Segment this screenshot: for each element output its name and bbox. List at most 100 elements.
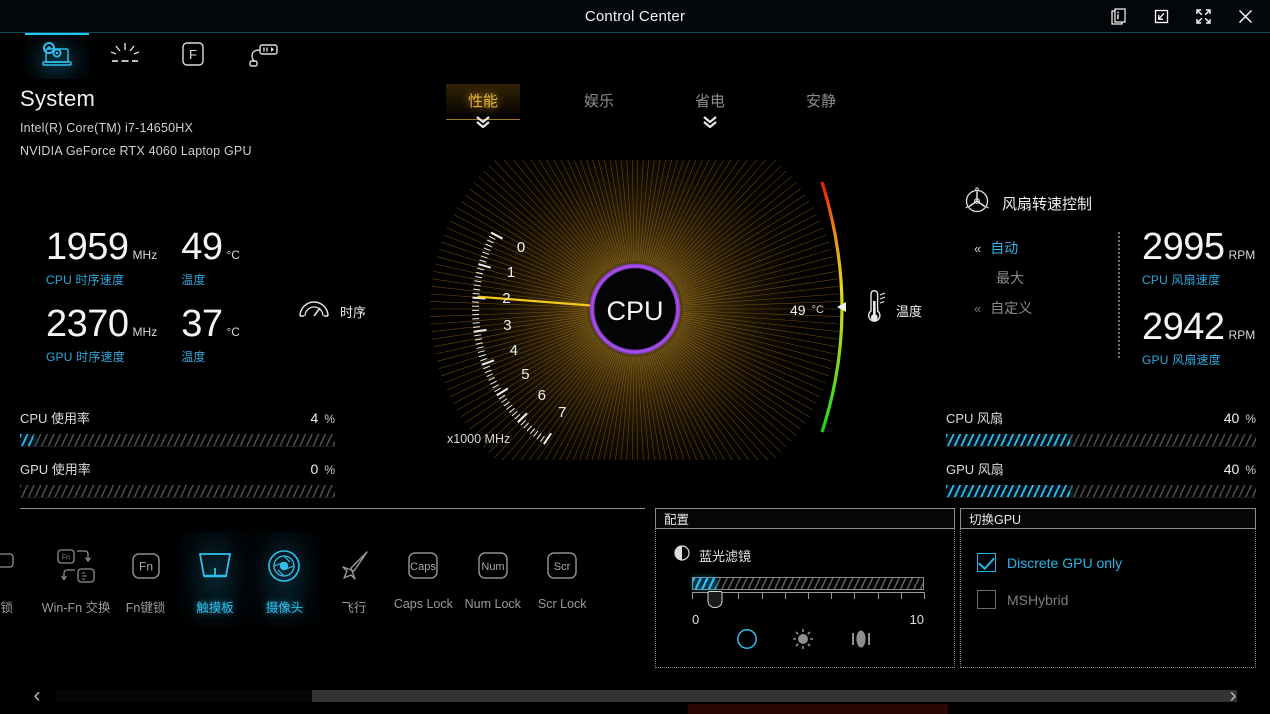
blue-light-filter-text: 蓝光滤镜 [699,549,752,564]
fan-mode-custom[interactable]: « 自定义 [974,298,1094,318]
blue-light-icon[interactable] [736,628,758,655]
gpu-clock-readout: 2370 MHz GPU 时序速度 37 °C 温度 [46,305,240,365]
meter-unit: % [324,412,335,426]
fnkey-scr-lock[interactable]: Scr Scr Lock [528,531,597,627]
close-icon[interactable] [1224,0,1266,33]
nav-item-power[interactable] [229,33,293,79]
svg-text:Scr: Scr [554,561,571,573]
fnkey-airplane[interactable]: 飞行 [319,531,388,627]
fnkey-num-lock[interactable]: Num Num Lock [458,531,527,627]
tab-entertainment[interactable]: 娱乐 [562,84,636,119]
minimize-to-tray-icon[interactable] [1140,0,1182,33]
gpu-option-discrete[interactable]: Discrete GPU only [977,553,1122,572]
gauge-tick-label: 0 [516,239,526,257]
gauge-tick-label: 6 [537,387,546,405]
nav-item-fn-key[interactable]: F [161,33,225,79]
chevron-down-icon [673,115,747,131]
cpu-model: Intel(R) Core(TM) i7-14650HX [20,121,194,135]
meter-label: GPU 使用率 [20,462,91,477]
scroll-thumb[interactable] [312,690,1237,702]
blue-light-filter-label: 蓝光滤镜 [674,545,751,566]
contrast-icon[interactable] [848,628,874,655]
gpu-option-mshybrid[interactable]: MSHybrid [977,590,1122,609]
fullscreen-icon[interactable] [1182,0,1224,33]
tab-label: 性能 [468,93,499,110]
gauge-tick-label: 3 [503,316,512,334]
fnkey-win-fn-swap[interactable]: Fn Win-Fn 交换 [41,531,111,627]
temp-unit: °C [811,303,824,316]
fn-lock-icon: Fn [123,543,169,595]
cpu-clock-value: 1959 [46,226,129,268]
cpu-temp-value: 49 [181,226,223,268]
fnkey-label: Num Lock [464,597,521,611]
slider-track[interactable] [692,577,924,590]
gpu-fan-readout: 2942 RPM GPU 风扇速度 [1142,308,1255,368]
nav-item-keyboard-light[interactable] [93,33,157,79]
gpu-option-label: MSHybrid [1007,591,1069,608]
airplane-icon [331,543,377,595]
checkbox-checked-icon[interactable] [977,553,996,572]
gpu-clock-value: 2370 [46,303,129,345]
checkbox-unchecked-icon[interactable] [977,590,996,609]
slider-thumb[interactable] [707,591,723,608]
gpu-clock-label: GPU 时序速度 [46,350,125,364]
fnkey-label: 锁 [0,601,13,615]
fan-mode-max[interactable]: 最大 [974,268,1094,288]
system-info: System Intel(R) Core(TM) i7-14650HX NVID… [20,86,252,158]
slider-max-label: 10 [909,612,924,627]
gpu-panel-body: Discrete GPU only MSHybrid [960,528,1256,668]
camera-icon [261,543,307,595]
win-fn-swap-icon: Fn [51,543,101,595]
mode-tabs: 性能 娱乐 省电 安静 [430,84,870,130]
cpu-clock-readout: 1959 MHz CPU 时序速度 49 °C 温度 [46,228,240,288]
fnkey-label: 触摸板 [196,601,234,615]
fan-mode-list: « 自动 最大 « 自定义 [974,238,1094,328]
tab-performance[interactable]: 性能 [446,84,521,129]
scroll-right-arrow[interactable]: › [1220,684,1246,708]
fnkey-camera[interactable]: 摄像头 [249,531,320,627]
svg-text:F: F [189,47,197,62]
meter-unit: % [1245,463,1256,477]
fan-mode-auto[interactable]: « 自动 [974,238,1094,258]
gpu-option-label: Discrete GPU only [1007,554,1123,571]
fnkey-lock[interactable]: 锁 [0,531,41,627]
cpu-clock-unit: MHz [132,248,158,262]
gpu-switch-panel: 切换GPU Discrete GPU only MSHybrid [960,508,1256,668]
left-triangle-marker-icon [834,300,848,319]
fnkey-touchpad[interactable]: 触摸板 [180,531,250,627]
fan-control-label: 风扇转速控制 [1002,196,1093,213]
control-center-window: Control Center F System Intel(R) Core(TM… [0,0,1270,714]
meter-unit: % [324,463,335,477]
info-icon[interactable] [1098,0,1140,33]
gauge-tick-label: 4 [509,342,518,360]
nav-item-system[interactable] [25,33,89,79]
cpu-fan-value: 2995 [1142,226,1225,268]
fnkey-caps-lock[interactable]: Caps Caps Lock [389,531,458,627]
window-buttons [1098,0,1266,33]
scroll-track[interactable] [56,690,1237,702]
config-panel: 配置 蓝光滤镜 0 10 [655,508,955,668]
brightness-icon[interactable] [792,628,814,655]
tab-label: 安静 [806,93,837,110]
meter-label: CPU 风扇 [946,411,1004,426]
tab-powersave[interactable]: 省电 [673,84,747,129]
bottom-panels: 锁 Fn Win-Fn 交换 Fn Fn键锁 触摸板 摄像头 飞行 Caps C… [0,508,1270,676]
fan-speed-readouts: 2995 RPM CPU 风扇速度 2942 RPM GPU 风扇速度 [1142,228,1255,368]
half-moon-icon [674,545,690,566]
scroll-left-arrow[interactable]: ‹ [24,684,50,708]
slider-endpoints: 0 10 [692,612,924,627]
meter-value: 40 [1223,461,1240,477]
speedometer-icon [297,296,331,327]
tab-quiet[interactable]: 安静 [784,84,858,119]
progress-fill [20,434,33,446]
meter-value: 40 [1223,410,1240,426]
slider-fill [693,578,716,589]
function-keys-body: 锁 Fn Win-Fn 交换 Fn Fn键锁 触摸板 摄像头 飞行 Caps C… [0,509,645,648]
blue-light-slider[interactable]: 0 10 [692,577,925,627]
fan-control-title: 风扇转速控制 [962,186,1262,221]
fnkey-fn-lock[interactable]: Fn Fn键锁 [111,531,180,627]
config-mode-icons [656,628,954,655]
thermometer-group: 温度 [862,288,922,333]
gauge-tick-label: 1 [506,263,516,281]
gauge-scale-unit: x1000 MHz [447,432,511,446]
